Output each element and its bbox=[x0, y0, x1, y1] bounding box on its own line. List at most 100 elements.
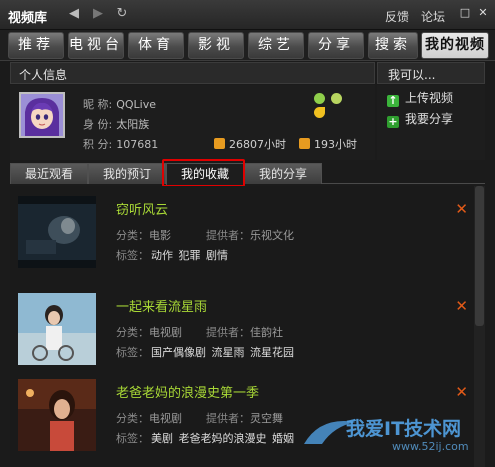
delete-icon[interactable]: ✕ bbox=[455, 383, 468, 401]
category-value: 电影 bbox=[149, 229, 171, 242]
moon-icon bbox=[314, 107, 325, 118]
forward-arrow-icon[interactable]: ▶ bbox=[90, 6, 106, 22]
video-title[interactable]: 窃听风云 bbox=[116, 199, 168, 218]
sun-icon bbox=[330, 93, 342, 104]
tab-variety[interactable]: 综艺 bbox=[248, 32, 304, 59]
watch-hours-value: 193小时 bbox=[314, 138, 357, 151]
video-meta: 分类：电影 提供者：乐视文化 bbox=[116, 227, 294, 243]
avatar[interactable] bbox=[19, 92, 65, 138]
identity-value: 太阳族 bbox=[116, 118, 150, 131]
upload-video-label: 上传视频 bbox=[405, 91, 454, 105]
tag[interactable]: 老爸老妈的浪漫史 bbox=[179, 432, 267, 445]
tab-my-shares[interactable]: 我的分享 bbox=[244, 163, 322, 184]
identity-row: 身 份: 太阳族 bbox=[83, 116, 149, 132]
provider-value: 佳韵社 bbox=[250, 326, 283, 339]
upload-video-link[interactable]: ↑ 上传视频 bbox=[387, 89, 454, 107]
points-row: 积 分: 107681 bbox=[83, 136, 158, 152]
watermark-text: 我爱IT技术网 bbox=[346, 418, 462, 440]
back-arrow-icon[interactable]: ◀ bbox=[66, 6, 82, 22]
tags-label: 标签： bbox=[116, 432, 149, 445]
provider-value: 灵空舞 bbox=[250, 412, 283, 425]
nickname-value: QQLive bbox=[116, 98, 156, 111]
plus-icon: + bbox=[387, 115, 399, 128]
list-item[interactable]: 窃听风云 分类：电影 提供者：乐视文化 标签： 动作 犯罪 剧情 ✕ bbox=[10, 186, 472, 278]
forum-link[interactable]: 论坛 bbox=[421, 8, 445, 25]
clock-icon bbox=[214, 138, 225, 149]
provider: 提供者：乐视文化 bbox=[206, 227, 294, 243]
tag[interactable]: 婚姻 bbox=[272, 432, 294, 445]
profile-header: 个人信息 bbox=[10, 62, 375, 84]
provider-value: 乐视文化 bbox=[250, 229, 294, 242]
tag[interactable]: 犯罪 bbox=[179, 249, 201, 262]
list-item[interactable]: 一起来看流星雨 分类：电视剧 提供者：佳韵社 标签： 国产偶像剧 流星雨 流星花园… bbox=[10, 283, 472, 375]
crown-icon bbox=[314, 93, 325, 104]
delete-icon[interactable]: ✕ bbox=[455, 297, 468, 315]
feedback-link[interactable]: 反馈 bbox=[385, 8, 409, 25]
app-title: 视频库 bbox=[8, 11, 48, 26]
video-title[interactable]: 老爸老妈的浪漫史第一季 bbox=[116, 382, 259, 401]
close-window-icon[interactable]: ✕ bbox=[477, 7, 489, 19]
tab-share[interactable]: 分享 bbox=[308, 32, 364, 59]
video-tags: 标签： 国产偶像剧 流星雨 流星花园 bbox=[116, 344, 294, 360]
clock-icon bbox=[299, 138, 310, 149]
sub-tab-bar: 最近观看 我的预订 我的收藏 我的分享 bbox=[10, 162, 485, 185]
category-value: 电视剧 bbox=[149, 326, 182, 339]
video-title[interactable]: 一起来看流星雨 bbox=[116, 296, 207, 315]
delete-icon[interactable]: ✕ bbox=[455, 200, 468, 218]
share-label: 我要分享 bbox=[405, 112, 454, 126]
online-hours: 26807小时 bbox=[214, 136, 286, 152]
watch-hours: 193小时 bbox=[299, 136, 357, 152]
points-value: 107681 bbox=[116, 138, 159, 151]
nickname-label: 昵 称: bbox=[83, 98, 113, 111]
tab-recommend[interactable]: 推荐 bbox=[8, 32, 64, 59]
tab-tv-station[interactable]: 电视台 bbox=[68, 32, 124, 59]
restore-window-icon[interactable]: □ bbox=[459, 7, 471, 19]
scrollbar-thumb[interactable] bbox=[475, 186, 484, 326]
refresh-icon[interactable]: ↻ bbox=[114, 6, 130, 22]
tab-my-videos[interactable]: 我的视频 bbox=[421, 32, 489, 59]
upload-icon: ↑ bbox=[387, 94, 399, 107]
video-meta: 分类：电视剧 提供者：佳韵社 bbox=[116, 324, 283, 340]
provider-label: 提供者： bbox=[206, 326, 250, 339]
provider-label: 提供者： bbox=[206, 412, 250, 425]
provider: 提供者：佳韵社 bbox=[206, 324, 283, 340]
share-link[interactable]: + 我要分享 bbox=[387, 110, 454, 128]
tag[interactable]: 动作 bbox=[151, 249, 173, 262]
video-tags: 标签： 美剧 老爸老妈的浪漫史 婚姻 bbox=[116, 430, 294, 446]
tag[interactable]: 国产偶像剧 bbox=[151, 346, 206, 359]
tab-search[interactable]: 搜索 bbox=[368, 32, 418, 59]
tag[interactable]: 美剧 bbox=[151, 432, 173, 445]
tab-recently-watched[interactable]: 最近观看 bbox=[10, 163, 88, 184]
tab-sports[interactable]: 体育 bbox=[128, 32, 184, 59]
video-thumbnail[interactable] bbox=[18, 293, 96, 365]
video-thumbnail[interactable] bbox=[18, 196, 96, 268]
tab-movies[interactable]: 影视 bbox=[188, 32, 244, 59]
title-bar: 视频库 ◀ ▶ ↻ 反馈 论坛 □ ✕ bbox=[0, 0, 495, 30]
nickname-row: 昵 称: QQLive bbox=[83, 96, 156, 112]
points-label: 积 分: bbox=[83, 138, 113, 151]
online-hours-value: 26807小时 bbox=[229, 138, 286, 151]
watermark: 我爱IT技术网 www.52ij.com bbox=[300, 410, 495, 467]
tag[interactable]: 流星雨 bbox=[212, 346, 245, 359]
actions-header: 我可以... bbox=[377, 62, 485, 84]
profile-header-label: 个人信息 bbox=[19, 68, 68, 82]
provider: 提供者：灵空舞 bbox=[206, 410, 283, 426]
tag[interactable]: 剧情 bbox=[206, 249, 228, 262]
watermark-url: www.52ij.com bbox=[392, 440, 469, 453]
tags-label: 标签： bbox=[116, 249, 149, 262]
tab-my-bookings[interactable]: 我的预订 bbox=[88, 163, 166, 184]
actions-panel: ↑ 上传视频 + 我要分享 bbox=[377, 85, 485, 160]
tag[interactable]: 流星花园 bbox=[250, 346, 294, 359]
category-label: 分类： bbox=[116, 229, 149, 242]
category-label: 分类： bbox=[116, 326, 149, 339]
tags-label: 标签： bbox=[116, 346, 149, 359]
main-tab-bar: 推荐 电视台 体育 影视 综艺 分享 搜索 我的视频 bbox=[0, 30, 495, 61]
category-label: 分类： bbox=[116, 412, 149, 425]
video-thumbnail[interactable] bbox=[18, 379, 96, 451]
category-value: 电视剧 bbox=[149, 412, 182, 425]
actions-header-label: 我可以... bbox=[388, 68, 436, 82]
provider-label: 提供者： bbox=[206, 229, 250, 242]
level-badges bbox=[314, 93, 358, 118]
video-tags: 标签： 动作 犯罪 剧情 bbox=[116, 247, 228, 263]
video-meta: 分类：电视剧 提供者：灵空舞 bbox=[116, 410, 283, 426]
